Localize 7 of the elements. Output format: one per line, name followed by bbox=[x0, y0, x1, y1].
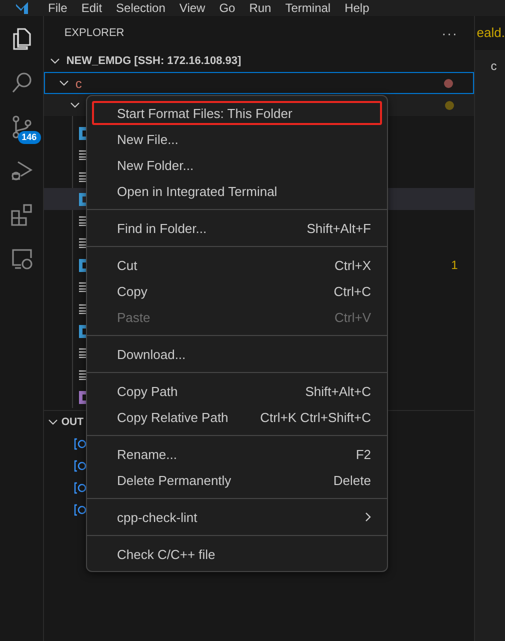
code-text: c bbox=[490, 59, 497, 73]
count-badge: 146 bbox=[18, 131, 41, 144]
section-title: OUT bbox=[61, 416, 84, 428]
workspace-label: NEW_EMDG [SSH: 172.16.108.93] bbox=[66, 55, 242, 67]
problem-count: 1 bbox=[451, 258, 458, 272]
panel-title: EXPLORER bbox=[64, 27, 124, 39]
folder-label: c bbox=[75, 76, 82, 90]
